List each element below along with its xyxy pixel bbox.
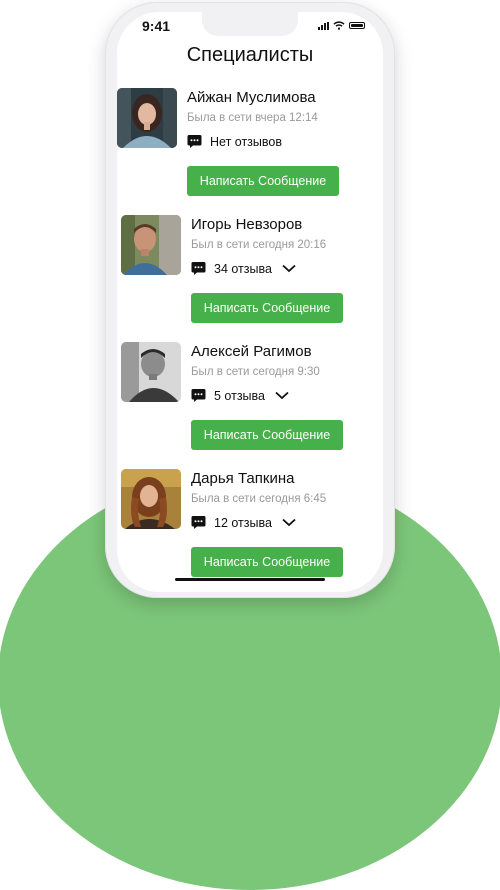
last-seen-text: Был в сети сегодня 9:30: [191, 366, 320, 378]
status-icons: [318, 21, 365, 30]
reviews-count: 5 отзыва: [214, 388, 265, 403]
reviews-count: 12 отзыва: [214, 515, 272, 530]
avatar[interactable]: [117, 88, 177, 148]
status-time: 9:41: [142, 18, 171, 34]
avatar[interactable]: [121, 342, 181, 402]
reviews-count: 34 отзыва: [214, 261, 272, 276]
write-message-button[interactable]: Написать Сообщение: [187, 166, 339, 196]
specialist-name: Алексей Рагимов: [191, 343, 312, 360]
specialist-name: Айжан Муслимова: [187, 89, 316, 106]
write-message-button[interactable]: Написать Сообщение: [191, 293, 343, 323]
signal-icon: [318, 21, 329, 30]
comment-icon: [187, 135, 202, 148]
comment-icon: [191, 262, 206, 275]
specialist-card: Айжан Муслимова Была в сети вчера 12:14 …: [117, 88, 383, 208]
home-indicator: [175, 578, 325, 581]
battery-icon: [349, 22, 365, 29]
specialist-card: Дарья Тапкина Была в сети сегодня 6:45 1…: [121, 469, 383, 589]
specialist-card: Алексей Рагимов Был в сети сегодня 9:30 …: [121, 342, 383, 462]
last-seen-text: Была в сети сегодня 6:45: [191, 493, 327, 505]
comment-icon: [191, 516, 206, 529]
avatar[interactable]: [121, 215, 181, 275]
avatar[interactable]: [121, 469, 181, 529]
reviews-info[interactable]: 5 отзыва: [191, 388, 289, 403]
specialist-name: Игорь Невзоров: [191, 216, 303, 233]
reviews-count: Нет отзывов: [210, 134, 282, 149]
phone-screen: 9:41 Специалисты Айжан Муслимова Была в …: [117, 12, 383, 592]
chevron-down-icon[interactable]: [282, 518, 296, 527]
comment-icon: [191, 389, 206, 402]
wifi-icon: [333, 21, 345, 30]
write-message-button[interactable]: Написать Сообщение: [191, 547, 343, 577]
chevron-down-icon[interactable]: [282, 264, 296, 273]
specialist-card: Игорь Невзоров Был в сети сегодня 20:16 …: [121, 215, 383, 335]
write-message-button[interactable]: Написать Сообщение: [191, 420, 343, 450]
page-title: Специалисты: [186, 44, 314, 66]
phone-notch: [202, 12, 298, 36]
reviews-info: Нет отзывов: [187, 134, 282, 149]
last-seen-text: Была в сети вчера 12:14: [187, 112, 318, 124]
reviews-info[interactable]: 12 отзыва: [191, 515, 296, 530]
phone-frame: 9:41 Специалисты Айжан Муслимова Была в …: [105, 2, 395, 598]
chevron-down-icon[interactable]: [275, 391, 289, 400]
last-seen-text: Был в сети сегодня 20:16: [191, 239, 327, 251]
specialist-name: Дарья Тапкина: [191, 470, 295, 487]
reviews-info[interactable]: 34 отзыва: [191, 261, 296, 276]
